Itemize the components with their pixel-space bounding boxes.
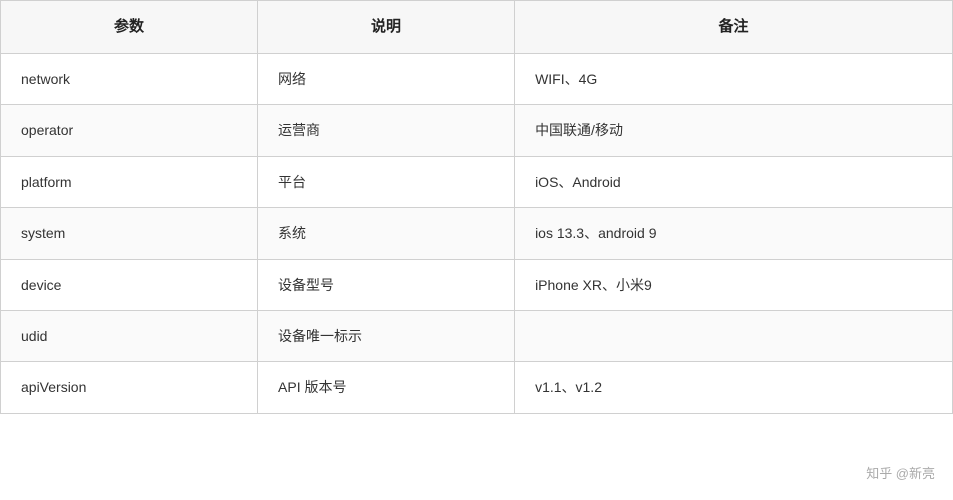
header-desc: 说明 (258, 1, 515, 54)
cell-note-4: iPhone XR、小米9 (515, 259, 953, 310)
cell-note-5 (515, 310, 953, 361)
cell-param-4: device (1, 259, 258, 310)
cell-desc-5: 设备唯一标示 (258, 310, 515, 361)
header-note: 备注 (515, 1, 953, 54)
table-header-row: 参数 说明 备注 (1, 1, 953, 54)
cell-desc-0: 网络 (258, 54, 515, 105)
table-row: device设备型号iPhone XR、小米9 (1, 259, 953, 310)
cell-param-3: system (1, 208, 258, 259)
cell-desc-2: 平台 (258, 156, 515, 207)
data-table: 参数 说明 备注 network网络WIFI、4Goperator运营商中国联通… (0, 0, 953, 414)
cell-desc-4: 设备型号 (258, 259, 515, 310)
cell-note-2: iOS、Android (515, 156, 953, 207)
cell-note-3: ios 13.3、android 9 (515, 208, 953, 259)
watermark: 知乎 @新亮 (866, 463, 935, 482)
cell-param-0: network (1, 54, 258, 105)
cell-note-6: v1.1、v1.2 (515, 362, 953, 413)
table-row: apiVersionAPI 版本号v1.1、v1.2 (1, 362, 953, 413)
cell-param-2: platform (1, 156, 258, 207)
cell-note-1: 中国联通/移动 (515, 105, 953, 156)
table-row: udid设备唯一标示 (1, 310, 953, 361)
table-row: network网络WIFI、4G (1, 54, 953, 105)
table-wrapper: 参数 说明 备注 network网络WIFI、4Goperator运营商中国联通… (0, 0, 953, 500)
table-row: system系统ios 13.3、android 9 (1, 208, 953, 259)
cell-desc-3: 系统 (258, 208, 515, 259)
table-row: platform平台iOS、Android (1, 156, 953, 207)
cell-note-0: WIFI、4G (515, 54, 953, 105)
header-param: 参数 (1, 1, 258, 54)
table-row: operator运营商中国联通/移动 (1, 105, 953, 156)
cell-param-6: apiVersion (1, 362, 258, 413)
cell-param-5: udid (1, 310, 258, 361)
cell-desc-6: API 版本号 (258, 362, 515, 413)
cell-desc-1: 运营商 (258, 105, 515, 156)
cell-param-1: operator (1, 105, 258, 156)
